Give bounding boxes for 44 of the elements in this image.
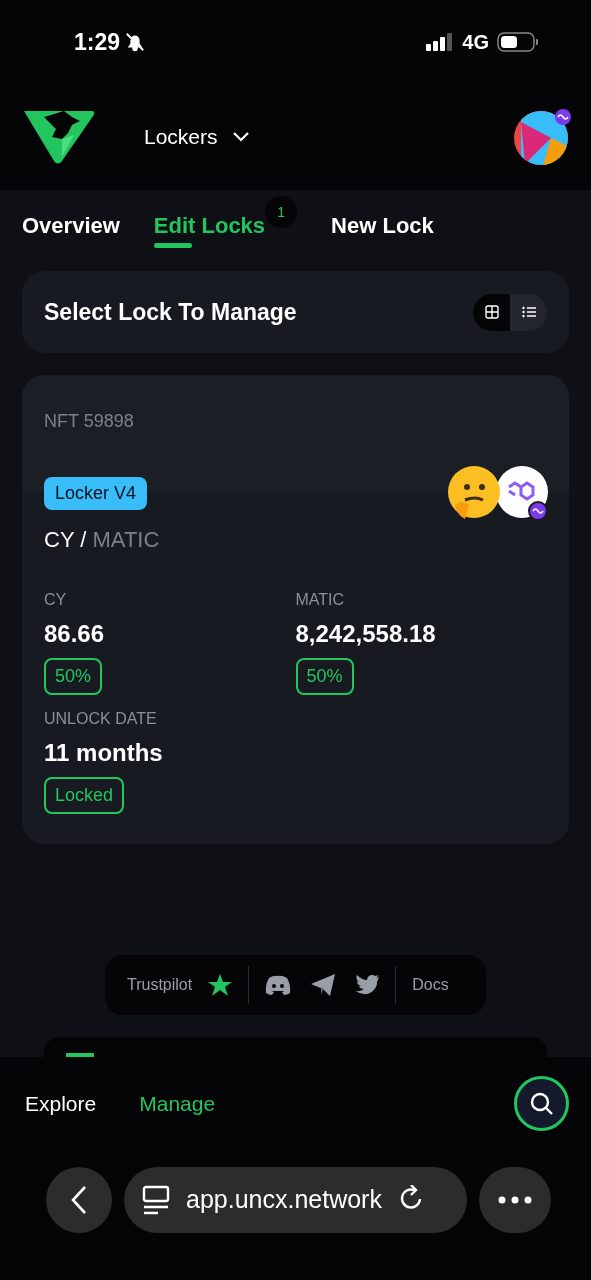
chevron-left-icon [70,1185,88,1215]
tab[interactable]: Edit Locks [153,190,266,260]
clock-time: 1:29 [74,27,121,57]
grid-icon [484,305,499,319]
panel-title: Select Lock To Manage [44,297,297,327]
nav-item[interactable]: Explore [25,1087,97,1120]
paper-plane-icon[interactable] [311,974,336,996]
share-tag: 50% [44,658,103,695]
tab[interactable]: New Lock [331,190,434,260]
nft-id: NFT 59898 [44,410,135,433]
url-text: app.uncx.network [186,1184,382,1216]
trustpilot-link[interactable]: Trustpilot [127,973,233,997]
grid-view-button[interactable] [473,293,510,331]
bell-muted-icon [124,31,147,53]
amount-value: 8,242,558.18 [295,619,436,649]
discord-icon[interactable] [265,975,292,995]
page-menu-icon [142,1185,170,1215]
nav-item[interactable]: Manage [139,1087,216,1120]
wallet-avatar-icon[interactable] [513,108,571,166]
version-badge: Locker V4 [44,477,148,510]
amount-label: MATIC [295,590,345,610]
list-icon [521,306,536,318]
status-tag: Locked [44,777,125,814]
count-badge: 1 [265,196,298,228]
token-pair-label: CY / MATIC [44,526,160,554]
network-label: 4G [462,30,489,55]
signal-icon [426,33,455,51]
battery-icon [497,32,539,52]
lockers-dropdown[interactable]: Lockers [144,121,250,153]
docs-link[interactable]: Docs [412,973,449,997]
unlock-label: UNLOCK DATE [44,709,157,729]
chevron-down-icon [231,131,250,143]
tab[interactable]: Overview [22,190,120,260]
search-icon [529,1091,554,1116]
amount-label: CY [44,590,67,610]
more-icon [498,1196,532,1204]
star-icon [208,974,233,996]
unlock-value: 11 months [44,738,163,768]
bird-icon[interactable] [355,975,380,995]
lock-card[interactable]: NFT 59898 Locker V4 CY / MATIC CY 86.66 50% MATIC 8,242,558.18 50% UNLOCK DATE 11 months Locked [22,375,569,844]
search-button[interactable] [514,1076,569,1131]
address-bar[interactable]: app.uncx.network [124,1167,467,1233]
share-tag: 50% [295,658,354,695]
amount-value: 86.66 [44,619,105,649]
